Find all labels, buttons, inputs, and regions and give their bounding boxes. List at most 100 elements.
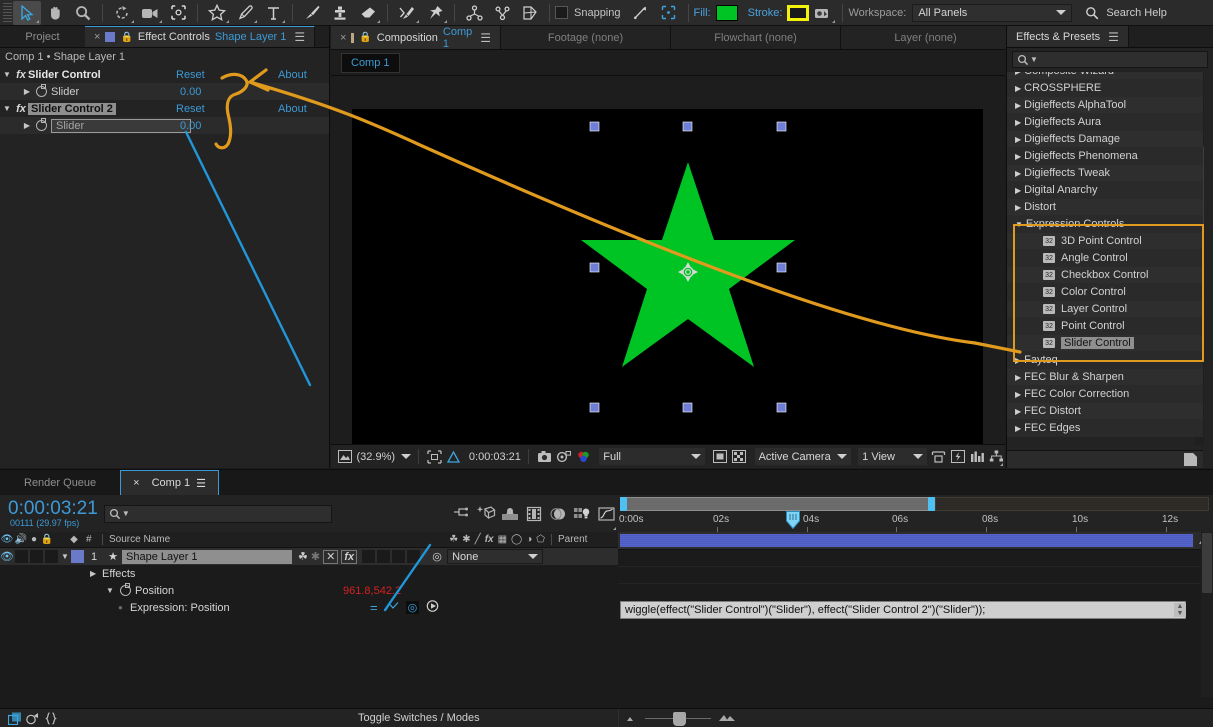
disclosure-triangle-icon[interactable]: ▼ xyxy=(0,70,14,79)
effects-category-row[interactable]: ▶ Distort xyxy=(1007,199,1203,216)
disclosure-triangle-icon[interactable]: ▼ xyxy=(106,586,118,595)
close-icon[interactable]: × xyxy=(94,31,100,43)
effects-category-row[interactable]: ▶Composite Wizard xyxy=(1007,72,1203,80)
effect-property-value[interactable]: 0.00 xyxy=(180,120,201,132)
take-snapshot-icon[interactable] xyxy=(536,448,553,466)
lock-icon[interactable]: 🔒 xyxy=(359,32,371,43)
effects-category-row[interactable]: ▶ CROSSPHERE xyxy=(1007,80,1203,97)
clone-stamp-tool[interactable] xyxy=(326,1,354,25)
camera-tool[interactable] xyxy=(136,1,164,25)
composition-stage[interactable] xyxy=(331,76,1005,462)
fast-previews-icon[interactable] xyxy=(949,448,966,466)
effect-about-link[interactable]: About xyxy=(278,69,307,81)
disclosure-triangle-right-icon[interactable]: ▶ xyxy=(1015,373,1021,382)
effects-search-input[interactable]: ▼ xyxy=(1012,51,1208,68)
layer-frame-blend-toggle[interactable] xyxy=(361,549,376,564)
effects-category-row[interactable]: ▶ FEC Edges xyxy=(1007,420,1203,437)
disclosure-triangle-right-icon[interactable]: ▶ xyxy=(1015,356,1021,365)
pixel-aspect-correction-icon[interactable] xyxy=(930,448,947,466)
effects-item-row[interactable]: 32 Point Control xyxy=(1007,318,1203,335)
hand-tool[interactable] xyxy=(41,1,69,25)
disclosure-triangle-icon[interactable]: ▶ xyxy=(90,569,102,578)
property-row-expression[interactable]: ● Expression: Position = ◎ xyxy=(0,599,618,616)
fill-color-swatch[interactable] xyxy=(715,4,738,21)
disclosure-triangle-right-icon[interactable]: ▶ xyxy=(1015,186,1021,195)
tab-comp1[interactable]: × Comp 1 ☰ xyxy=(120,470,220,495)
tab-effect-controls[interactable]: × 🔒 Effect Controls Shape Layer 1 ☰ xyxy=(85,26,316,47)
region-of-interest-icon[interactable] xyxy=(445,448,462,466)
effects-category-row[interactable]: ▶ FEC Blur & Sharpen xyxy=(1007,369,1203,386)
search-help-input[interactable]: Search Help xyxy=(1106,7,1167,19)
toolbar-grip[interactable] xyxy=(1,2,13,24)
panel-menu-icon[interactable]: ☰ xyxy=(480,31,491,45)
expression-resize-grip[interactable]: ▲ ▼ xyxy=(1174,603,1186,617)
panel-menu-icon[interactable]: ☰ xyxy=(196,477,206,490)
disclosure-triangle-right-icon[interactable]: ▶ xyxy=(1015,407,1021,416)
layer-label-color[interactable] xyxy=(71,550,84,563)
layer-motion-blur-toggle[interactable] xyxy=(376,549,391,564)
tab-project[interactable]: Project xyxy=(0,26,85,47)
effects-item-row[interactable]: 32 Layer Control xyxy=(1007,301,1203,318)
layer-lock-toggle[interactable] xyxy=(44,549,59,564)
disclosure-triangle-right-icon[interactable]: ▶ xyxy=(1015,118,1021,127)
search-help-icon[interactable] xyxy=(1078,1,1106,25)
show-snapshot-icon[interactable] xyxy=(555,448,572,466)
timeline-scrollbar-thumb[interactable] xyxy=(1202,533,1212,593)
timeline-current-time[interactable]: 0:00:03:21 xyxy=(8,499,98,518)
effect-reset-link[interactable]: Reset xyxy=(176,69,205,81)
disclosure-triangle-right-icon[interactable]: ▶ xyxy=(1015,424,1021,433)
layer-duration-bar[interactable] xyxy=(620,534,1193,547)
view-count-select[interactable]: 1 View xyxy=(858,448,927,465)
stroke-options-icon[interactable] xyxy=(809,1,837,25)
effect-property-value[interactable]: 0.00 xyxy=(180,86,201,98)
property-row-position[interactable]: ▼ Position 961.8,542.2 xyxy=(0,582,618,599)
disclosure-triangle-right-icon[interactable]: ▶ xyxy=(1015,152,1021,161)
magnification-chevron-icon[interactable] xyxy=(401,454,412,459)
selection-tool[interactable] xyxy=(13,0,41,25)
effect-row-slider-control[interactable]: ▼ fx Slider Control Reset About xyxy=(0,66,329,83)
effect-about-link[interactable]: About xyxy=(278,103,307,115)
comp-renderer-icon[interactable] xyxy=(24,710,42,727)
layer-effects-toggle[interactable]: fx xyxy=(341,549,358,564)
live-update-icon[interactable] xyxy=(450,504,616,530)
lock-icon[interactable]: 🔒 xyxy=(120,32,132,43)
timeline-vertical-scrollbar[interactable] xyxy=(1201,532,1213,697)
tab-render-queue[interactable]: Render Queue xyxy=(0,470,120,495)
disclosure-triangle-down-icon[interactable]: ▼ xyxy=(1015,220,1023,229)
timeline-button-icon[interactable] xyxy=(969,448,986,466)
property-value[interactable]: 961.8,542.2 xyxy=(343,585,401,597)
layer-solo-toggle[interactable] xyxy=(29,549,44,564)
pan-behind-tool[interactable] xyxy=(164,1,192,25)
workspace-select[interactable]: All Panels xyxy=(912,3,1073,22)
stroke-label[interactable]: Stroke: xyxy=(748,7,783,19)
hide-shy-layers-icon[interactable] xyxy=(498,504,522,524)
effects-item-row[interactable]: 32 Color Control xyxy=(1007,284,1203,301)
snapping-bounds-icon[interactable] xyxy=(655,1,683,25)
parent-pickwhip-icon[interactable]: ◎ xyxy=(427,550,447,563)
close-icon[interactable]: × xyxy=(340,32,346,44)
effects-category-row[interactable]: ▶ Digieffects Aura xyxy=(1007,114,1203,131)
toggle-transparency-checker-icon[interactable] xyxy=(731,448,748,466)
brush-tool[interactable] xyxy=(298,1,326,25)
effects-category-row[interactable]: ▶ Fayteq xyxy=(1007,352,1203,369)
layer-quality-toggle[interactable]: ✕ xyxy=(323,549,339,564)
effects-category-row[interactable]: ▶ Digieffects Phenomena xyxy=(1007,148,1203,165)
effects-category-row[interactable]: ▶ Digieffects Damage xyxy=(1007,131,1203,148)
work-area-start-handle[interactable] xyxy=(620,497,627,511)
snapping-align-icon[interactable] xyxy=(627,1,655,25)
disclosure-triangle-icon[interactable]: ▶ xyxy=(20,121,34,130)
tab-effects-presets[interactable]: Effects & Presets ☰ xyxy=(1007,26,1129,47)
eraser-tool[interactable] xyxy=(354,1,382,25)
panel-menu-icon[interactable]: ☰ xyxy=(294,30,305,44)
expression-pickwhip-icon[interactable]: ◎ xyxy=(405,601,420,614)
disclosure-triangle-right-icon[interactable]: ▶ xyxy=(1015,84,1021,93)
effects-item-row[interactable]: 32 3D Point Control xyxy=(1007,233,1203,250)
timeline-search-input[interactable]: ▼ xyxy=(103,504,332,523)
new-effect-icon[interactable] xyxy=(1184,453,1197,466)
effects-item-row[interactable]: 32 Angle Control xyxy=(1007,250,1203,267)
column-header-number[interactable]: # xyxy=(82,534,100,545)
toggle-switches-modes-button[interactable]: Toggle Switches / Modes xyxy=(358,712,480,724)
effect-reset-link[interactable]: Reset xyxy=(176,103,205,115)
layer-collapse-toggle[interactable]: ✱ xyxy=(311,550,320,563)
disclosure-triangle-icon[interactable]: ▼ xyxy=(0,104,14,113)
